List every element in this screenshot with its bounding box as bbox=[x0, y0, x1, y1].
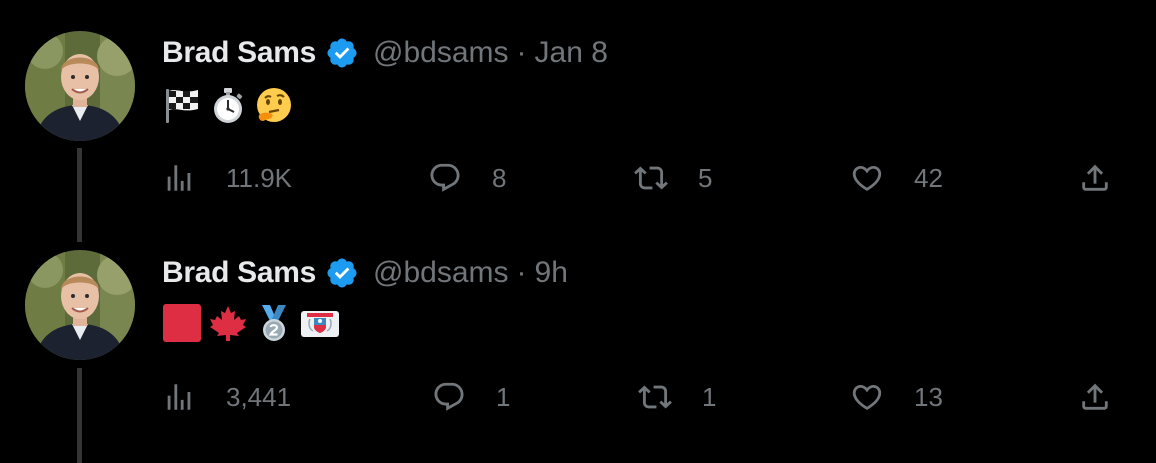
bar-chart-icon bbox=[162, 380, 196, 414]
verified-badge-icon[interactable] bbox=[325, 36, 359, 70]
reply-button[interactable]: 8 bbox=[428, 158, 506, 198]
like-count: 13 bbox=[914, 381, 943, 412]
tweet[interactable]: Brad Sams @bdsams · Jan 8 11.9K 8 5 42 bbox=[0, 0, 1156, 242]
thinking-face-icon bbox=[257, 88, 291, 122]
share-button[interactable] bbox=[1078, 377, 1112, 417]
tweet-header: Brad Sams @bdsams · Jan 8 bbox=[162, 36, 608, 70]
retweet-count: 5 bbox=[698, 162, 713, 193]
tweet-action-bar: 3,441 1 1 13 bbox=[162, 377, 1122, 417]
chequered-flag-icon bbox=[166, 89, 198, 123]
views-button[interactable]: 11.9K bbox=[162, 158, 292, 198]
views-count: 11.9K bbox=[226, 162, 293, 193]
flag-mayotte-icon bbox=[301, 311, 339, 337]
like-button[interactable]: 42 bbox=[850, 158, 943, 198]
heart-icon bbox=[850, 161, 884, 195]
tweet[interactable]: Brad Sams @bdsams · 9h 3,441 1 1 13 bbox=[0, 240, 1156, 463]
tweet-timestamp[interactable]: Jan 8 bbox=[535, 36, 608, 70]
verified-badge-icon[interactable] bbox=[325, 256, 359, 290]
like-count: 42 bbox=[914, 162, 943, 193]
retweet-count: 1 bbox=[702, 381, 717, 412]
heart-icon bbox=[850, 380, 884, 414]
reply-icon bbox=[428, 161, 462, 195]
share-icon bbox=[1078, 161, 1112, 195]
reply-count: 8 bbox=[492, 162, 507, 193]
tweet-content bbox=[162, 84, 294, 126]
profile-photo bbox=[25, 31, 135, 141]
avatar[interactable] bbox=[25, 31, 135, 141]
like-button[interactable]: 13 bbox=[850, 377, 943, 417]
tweet-content bbox=[162, 302, 340, 344]
stopwatch-icon bbox=[214, 88, 243, 123]
views-button[interactable]: 3,441 bbox=[162, 377, 291, 417]
bar-chart-icon bbox=[162, 161, 196, 195]
thread-connector-line bbox=[77, 148, 82, 242]
red-square-icon bbox=[163, 304, 201, 342]
separator-dot: · bbox=[516, 256, 527, 289]
views-count: 3,441 bbox=[226, 381, 292, 412]
second-place-medal-icon bbox=[262, 305, 286, 341]
reply-button[interactable]: 1 bbox=[432, 377, 510, 417]
author-display-name[interactable]: Brad Sams bbox=[162, 256, 316, 290]
tweet-action-bar: 11.9K 8 5 42 bbox=[162, 158, 1122, 198]
retweet-button[interactable]: 1 bbox=[638, 377, 716, 417]
share-button[interactable] bbox=[1078, 158, 1112, 198]
author-handle[interactable]: @bdsams bbox=[373, 256, 509, 290]
author-handle[interactable]: @bdsams bbox=[373, 36, 509, 70]
retweet-icon bbox=[638, 380, 672, 414]
reply-icon bbox=[432, 380, 466, 414]
tweet-header: Brad Sams @bdsams · 9h bbox=[162, 256, 568, 290]
maple-leaf-icon bbox=[210, 306, 246, 341]
reply-count: 1 bbox=[496, 381, 511, 412]
thread-connector-line bbox=[77, 368, 82, 463]
tweet-timestamp[interactable]: 9h bbox=[535, 256, 568, 290]
tweet-thread: Brad Sams @bdsams · Jan 8 11.9K 8 5 42 B… bbox=[0, 0, 1156, 463]
profile-photo bbox=[25, 250, 135, 360]
separator-dot: · bbox=[516, 36, 527, 69]
share-icon bbox=[1078, 380, 1112, 414]
author-display-name[interactable]: Brad Sams bbox=[162, 36, 316, 70]
retweet-icon bbox=[634, 161, 668, 195]
avatar[interactable] bbox=[25, 250, 135, 360]
retweet-button[interactable]: 5 bbox=[634, 158, 712, 198]
